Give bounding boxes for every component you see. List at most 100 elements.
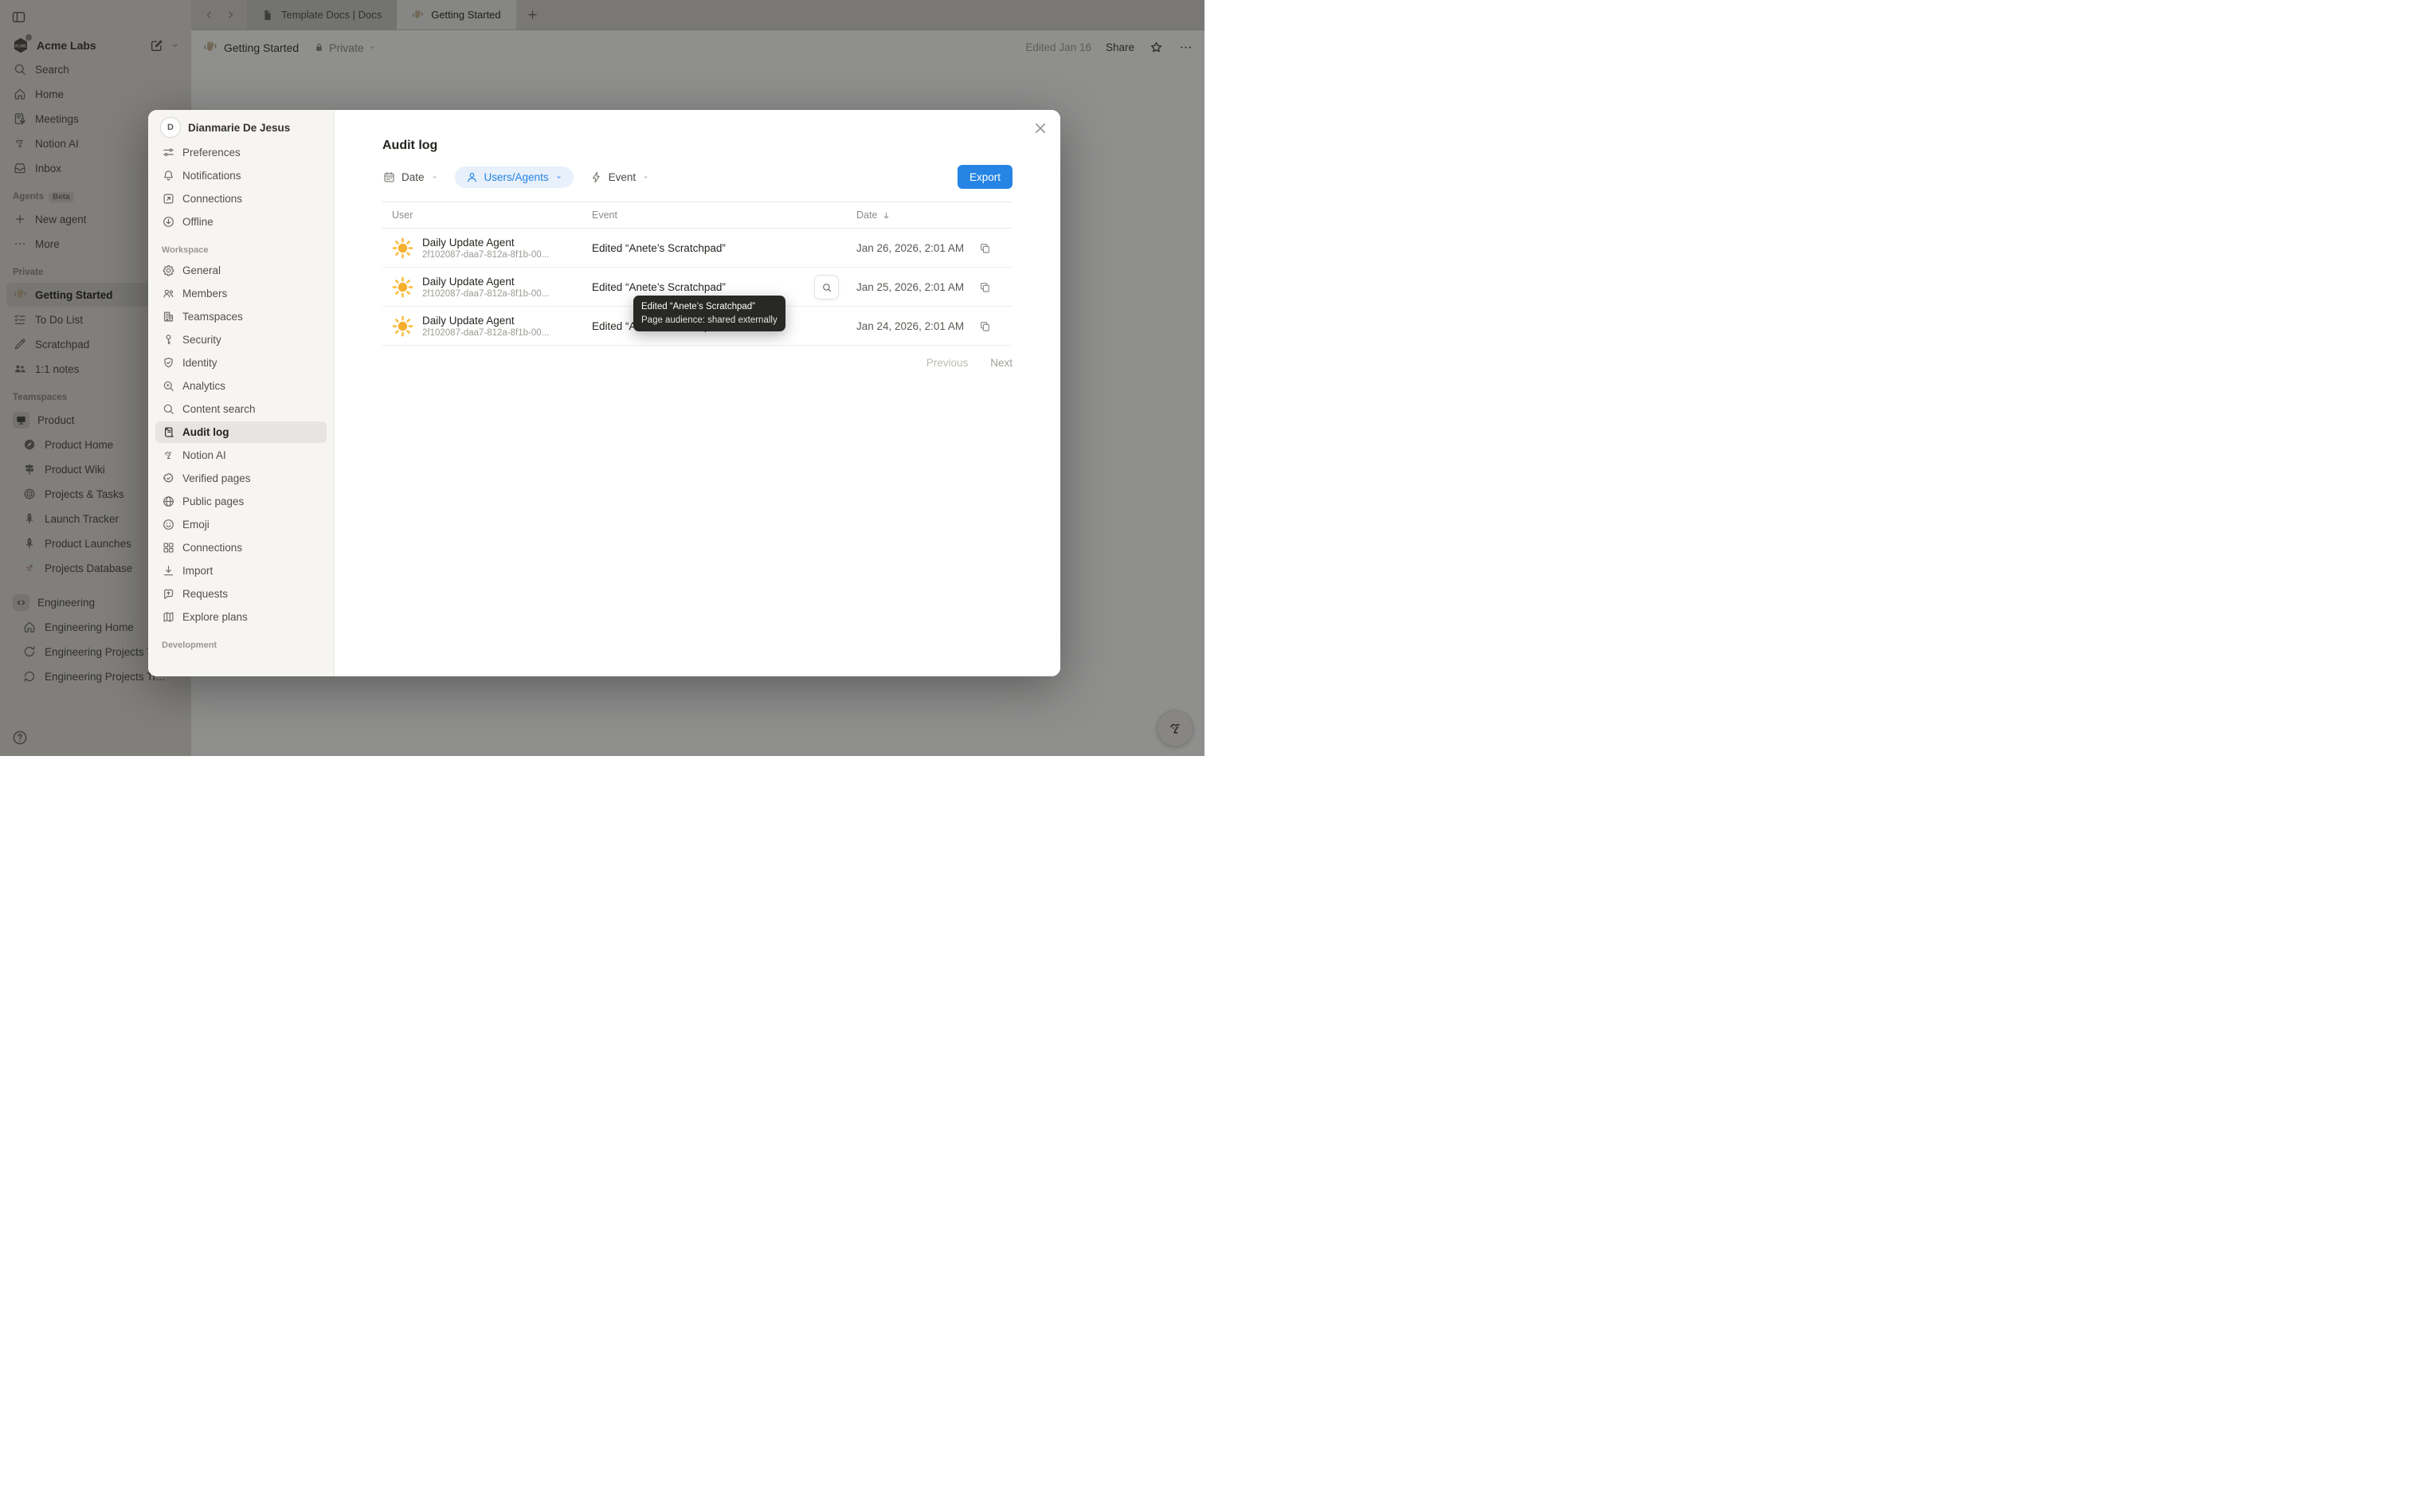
column-event: Event [592, 210, 856, 221]
settings-nav-teamspaces[interactable]: Teamspaces [155, 306, 327, 327]
agent-id: 2f102087-daa7-812a-8f1b-00... [422, 288, 549, 300]
item-icon [162, 287, 175, 300]
settings-nav-label: Preferences [182, 147, 241, 159]
item-icon [162, 425, 175, 439]
item-icon [162, 333, 175, 347]
settings-nav-general[interactable]: General [155, 260, 327, 281]
tooltip-line-2: Page audience: shared externally [641, 314, 778, 327]
settings-nav-verified-pages[interactable]: Verified pages [155, 468, 327, 489]
lightning-icon [590, 170, 603, 184]
settings-nav-label: Notion AI [182, 449, 226, 461]
settings-nav-notifications[interactable]: Notifications [155, 165, 327, 186]
settings-nav-label: Explore plans [182, 611, 248, 623]
settings-nav-label: Verified pages [182, 472, 251, 484]
item-icon [162, 402, 175, 416]
settings-nav-label: Analytics [182, 380, 225, 392]
audit-log-panel: Audit log Date Users/Agents Event [335, 110, 1060, 676]
column-user: User [382, 210, 592, 221]
item-icon [162, 587, 175, 601]
close-icon[interactable] [1032, 119, 1049, 137]
settings-nav-connections[interactable]: Connections [155, 537, 327, 558]
sun-agent-avatar [392, 315, 413, 337]
item-icon [162, 449, 175, 462]
settings-nav-label: General [182, 264, 221, 276]
settings-nav-offline[interactable]: Offline [155, 211, 327, 233]
item-icon [162, 310, 175, 323]
settings-nav-label: Requests [182, 588, 228, 600]
table-header: User Event Date [382, 202, 1013, 229]
item-icon [162, 495, 175, 508]
notion-app: ACME Acme Labs Search Home Meetings Noti… [0, 0, 1204, 756]
item-icon [162, 169, 175, 182]
filter-users-agents[interactable]: Users/Agents [455, 166, 574, 188]
settings-nav-requests[interactable]: Requests [155, 583, 327, 605]
avatar: D [160, 117, 181, 138]
settings-nav-members[interactable]: Members [155, 283, 327, 304]
settings-nav-preferences[interactable]: Preferences [155, 142, 327, 163]
settings-nav-label: Connections [182, 542, 242, 554]
item-icon [162, 472, 175, 485]
development-section-label: Development [162, 640, 320, 650]
item-icon [162, 146, 175, 159]
item-icon [162, 518, 175, 531]
filter-event[interactable]: Event [590, 170, 651, 184]
search-icon [821, 282, 832, 293]
copy-icon[interactable] [978, 280, 992, 294]
chevron-down-icon [554, 173, 563, 182]
account-name: Dianmarie De Jesus [188, 122, 290, 134]
settings-nav-label: Notifications [182, 170, 241, 182]
settings-nav-label: Connections [182, 193, 242, 205]
date-cell: Jan 26, 2026, 2:01 AM [856, 242, 964, 254]
chevron-down-icon [430, 173, 439, 182]
next-button[interactable]: Next [990, 357, 1013, 369]
agent-id: 2f102087-daa7-812a-8f1b-00... [422, 249, 549, 260]
settings-nav-public-pages[interactable]: Public pages [155, 491, 327, 512]
item-icon [162, 379, 175, 393]
date-cell: Jan 25, 2026, 2:01 AM [856, 281, 964, 293]
settings-nav-connections[interactable]: Connections [155, 188, 327, 210]
row-search-button[interactable] [814, 275, 839, 300]
item-icon [162, 541, 175, 554]
export-button[interactable]: Export [958, 165, 1013, 189]
previous-button[interactable]: Previous [926, 357, 969, 369]
settings-nav-explore-plans[interactable]: Explore plans [155, 606, 327, 628]
item-icon [162, 356, 175, 370]
sort-down-icon [881, 210, 891, 221]
chevron-down-icon [641, 173, 650, 182]
settings-nav-label: Emoji [182, 519, 210, 531]
agent-id: 2f102087-daa7-812a-8f1b-00... [422, 327, 549, 339]
settings-nav-emoji[interactable]: Emoji [155, 514, 327, 535]
agent-name: Daily Update Agent [422, 236, 549, 249]
table-row: Daily Update Agent 2f102087-daa7-812a-8f… [382, 229, 1013, 268]
settings-nav-label: Import [182, 565, 213, 577]
sun-agent-avatar [392, 237, 413, 259]
filter-date[interactable]: Date [382, 170, 439, 184]
settings-nav-label: Teamspaces [182, 311, 243, 323]
person-icon [465, 170, 479, 184]
settings-modal: D Dianmarie De Jesus Preferences Notific… [148, 110, 1060, 676]
tooltip: Edited “Anete’s Scratchpad” Page audienc… [633, 296, 785, 331]
workspace-section-label: Workspace [162, 245, 320, 255]
agent-name: Daily Update Agent [422, 275, 549, 288]
item-icon [162, 192, 175, 206]
settings-nav-security[interactable]: Security [155, 329, 327, 351]
settings-nav-content-search[interactable]: Content search [155, 398, 327, 420]
settings-nav-label: Security [182, 334, 221, 346]
settings-nav-analytics[interactable]: Analytics [155, 375, 327, 397]
settings-nav-label: Audit log [182, 426, 229, 438]
settings-account-row[interactable]: D Dianmarie De Jesus [155, 116, 327, 139]
item-icon [162, 215, 175, 229]
event-cell: Edited “Anete’s Scratchpad” [592, 242, 856, 254]
filter-bar: Date Users/Agents Event Export [382, 165, 1013, 189]
copy-icon[interactable] [978, 319, 992, 333]
item-icon [162, 264, 175, 277]
settings-nav-identity[interactable]: Identity [155, 352, 327, 374]
date-cell: Jan 24, 2026, 2:01 AM [856, 320, 964, 332]
column-date-sort[interactable]: Date [856, 210, 1013, 221]
calendar-icon [382, 170, 396, 184]
settings-nav-import[interactable]: Import [155, 560, 327, 582]
settings-nav-label: Identity [182, 357, 217, 369]
settings-nav-notion-ai[interactable]: Notion AI [155, 445, 327, 466]
copy-icon[interactable] [978, 241, 992, 255]
settings-nav-audit-log[interactable]: Audit log [155, 421, 327, 443]
